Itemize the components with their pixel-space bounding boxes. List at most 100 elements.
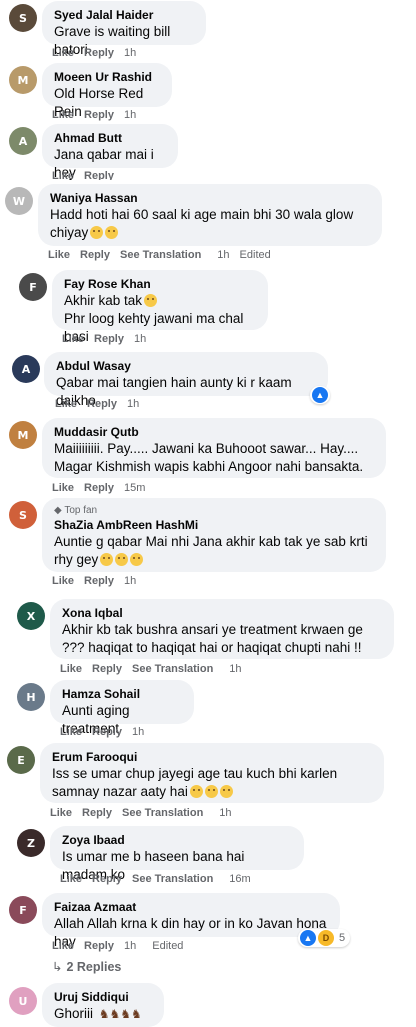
timestamp[interactable]: 1h [124, 47, 136, 59]
commenter-name[interactable]: Faizaa Azmaat [54, 900, 328, 915]
comment-bubble: ◆ Top fan ShaZia AmbReen HashMi Auntie g… [42, 498, 386, 572]
timestamp[interactable]: 1h [134, 333, 146, 345]
comment-bubble: Hamza Sohail Aunti aging treatment [50, 680, 194, 736]
reply-button[interactable]: Reply [92, 726, 122, 738]
comment-actions: Like Reply 1h Edited [52, 940, 183, 952]
avatar[interactable]: M [9, 421, 37, 449]
emoji-icon [100, 553, 114, 566]
reply-button[interactable]: Reply [84, 109, 114, 121]
reaction-summary[interactable]: ▲ [310, 386, 330, 404]
commenter-name[interactable]: Zoya Ibaad [62, 833, 292, 848]
emoji-icon [90, 226, 104, 239]
haha-reaction-icon: D [318, 930, 334, 946]
reply-button[interactable]: Reply [84, 575, 114, 587]
timestamp[interactable]: 1h [219, 807, 231, 819]
avatar[interactable]: S [9, 4, 37, 32]
commenter-name[interactable]: Muddasir Qutb [54, 425, 374, 440]
emoji-icon [189, 785, 203, 798]
comment-text: Akhir kb tak bushra ansari ye treatment … [62, 622, 363, 655]
timestamp[interactable]: 1h [124, 109, 136, 121]
like-button[interactable]: Like [48, 249, 70, 261]
like-button[interactable]: Like [52, 109, 74, 121]
like-button[interactable]: Like [52, 482, 74, 494]
comment-text: Ghoriii ♞♞♞♞ [54, 1005, 152, 1023]
like-button[interactable]: Like [60, 873, 82, 885]
reply-button[interactable]: Reply [84, 47, 114, 59]
like-button[interactable]: Like [52, 170, 74, 180]
comment-bubble: Waniya Hassan Hadd hoti hai 60 saal ki a… [38, 184, 382, 246]
commenter-name[interactable]: Erum Farooqui [52, 750, 372, 765]
avatar[interactable]: U [9, 987, 37, 1015]
commenter-name[interactable]: Ahmad Butt [54, 131, 166, 146]
avatar[interactable]: M [9, 66, 37, 94]
like-reaction-icon: ▲ [312, 387, 328, 403]
commenter-name[interactable]: Fay Rose Khan [64, 277, 256, 292]
comment-bubble: Erum Farooqui Iss se umar chup jayegi ag… [40, 743, 384, 803]
timestamp[interactable]: 1h [127, 398, 139, 410]
like-button[interactable]: Like [62, 333, 84, 345]
avatar[interactable]: A [12, 355, 40, 383]
timestamp[interactable]: 1h [132, 726, 144, 738]
comment-actions: Like Reply 1h [55, 398, 139, 410]
commenter-name[interactable]: Waniya Hassan [50, 191, 370, 206]
timestamp[interactable]: 16m [229, 873, 250, 885]
avatar[interactable]: S [9, 501, 37, 529]
reply-button[interactable]: Reply [80, 249, 110, 261]
edited-label: Edited [152, 940, 184, 952]
timestamp[interactable]: 1h [124, 940, 136, 952]
top-fan-badge: ◆ Top fan [54, 505, 374, 517]
view-replies-link[interactable]: ↳ 2 Replies [52, 959, 121, 974]
commenter-name[interactable]: Xona Iqbal [62, 606, 382, 621]
comment-bubble: Syed Jalal Haider Grave is waiting bill … [42, 1, 206, 57]
like-button[interactable]: Like [55, 398, 77, 410]
comment-actions: Like Reply See Translation 1h [60, 663, 242, 675]
reply-button[interactable]: Reply [94, 333, 124, 345]
timestamp[interactable]: 1h [229, 663, 241, 675]
like-button[interactable]: Like [52, 575, 74, 587]
like-button[interactable]: Like [52, 47, 74, 59]
comment-actions: Like Reply See Translation 1h [50, 807, 232, 819]
comment-actions: Like Reply 1h [52, 109, 136, 121]
see-translation-button[interactable]: See Translation [132, 873, 213, 885]
see-translation-button[interactable]: See Translation [122, 807, 203, 819]
like-button[interactable]: Like [60, 726, 82, 738]
commenter-name[interactable]: Uruj Siddiqui [54, 990, 152, 1005]
avatar[interactable]: Z [17, 829, 45, 857]
timestamp[interactable]: 15m [124, 482, 145, 494]
timestamp[interactable]: 1h [124, 575, 136, 587]
avatar[interactable]: E [7, 746, 35, 774]
reply-button[interactable]: Reply [84, 482, 114, 494]
reaction-summary[interactable]: ▲ D 5 [298, 929, 351, 947]
timestamp[interactable]: 1h [217, 249, 229, 261]
emoji-icon [105, 226, 119, 239]
reply-button[interactable]: Reply [82, 807, 112, 819]
like-button[interactable]: Like [50, 807, 72, 819]
commenter-name[interactable]: Syed Jalal Haider [54, 8, 194, 23]
comment-actions: Like Reply 1h [52, 47, 136, 59]
reply-button[interactable]: Reply [87, 398, 117, 410]
like-button[interactable]: Like [52, 940, 74, 952]
avatar[interactable]: A [9, 127, 37, 155]
avatar[interactable]: W [5, 187, 33, 215]
comment-actions: Like Reply [52, 170, 114, 180]
commenter-name[interactable]: Abdul Wasay [56, 359, 316, 374]
commenter-name[interactable]: ShaZia AmbReen HashMi [54, 518, 374, 533]
avatar[interactable]: F [19, 273, 47, 301]
comment-text: Maiiiiiiiii. Pay..... Jawani ka Buhooot … [54, 441, 364, 474]
comment-bubble: Faizaa Azmaat Allah Allah krna k din hay… [42, 893, 340, 949]
avatar[interactable]: X [17, 602, 45, 630]
commenter-name[interactable]: Moeen Ur Rashid [54, 70, 160, 85]
see-translation-button[interactable]: See Translation [120, 249, 201, 261]
like-button[interactable]: Like [60, 663, 82, 675]
comment-bubble: Abdul Wasay Qabar mai tangien hain aunty… [44, 352, 328, 408]
reply-button[interactable]: Reply [84, 170, 114, 180]
replies-count-label: 2 Replies [66, 960, 122, 974]
reply-button[interactable]: Reply [84, 940, 114, 952]
reply-button[interactable]: Reply [92, 663, 122, 675]
comment-text-body: Akhir kab tak [64, 293, 143, 308]
avatar[interactable]: H [17, 683, 45, 711]
avatar[interactable]: F [9, 896, 37, 924]
reply-button[interactable]: Reply [92, 873, 122, 885]
commenter-name[interactable]: Hamza Sohail [62, 687, 182, 702]
see-translation-button[interactable]: See Translation [132, 663, 213, 675]
